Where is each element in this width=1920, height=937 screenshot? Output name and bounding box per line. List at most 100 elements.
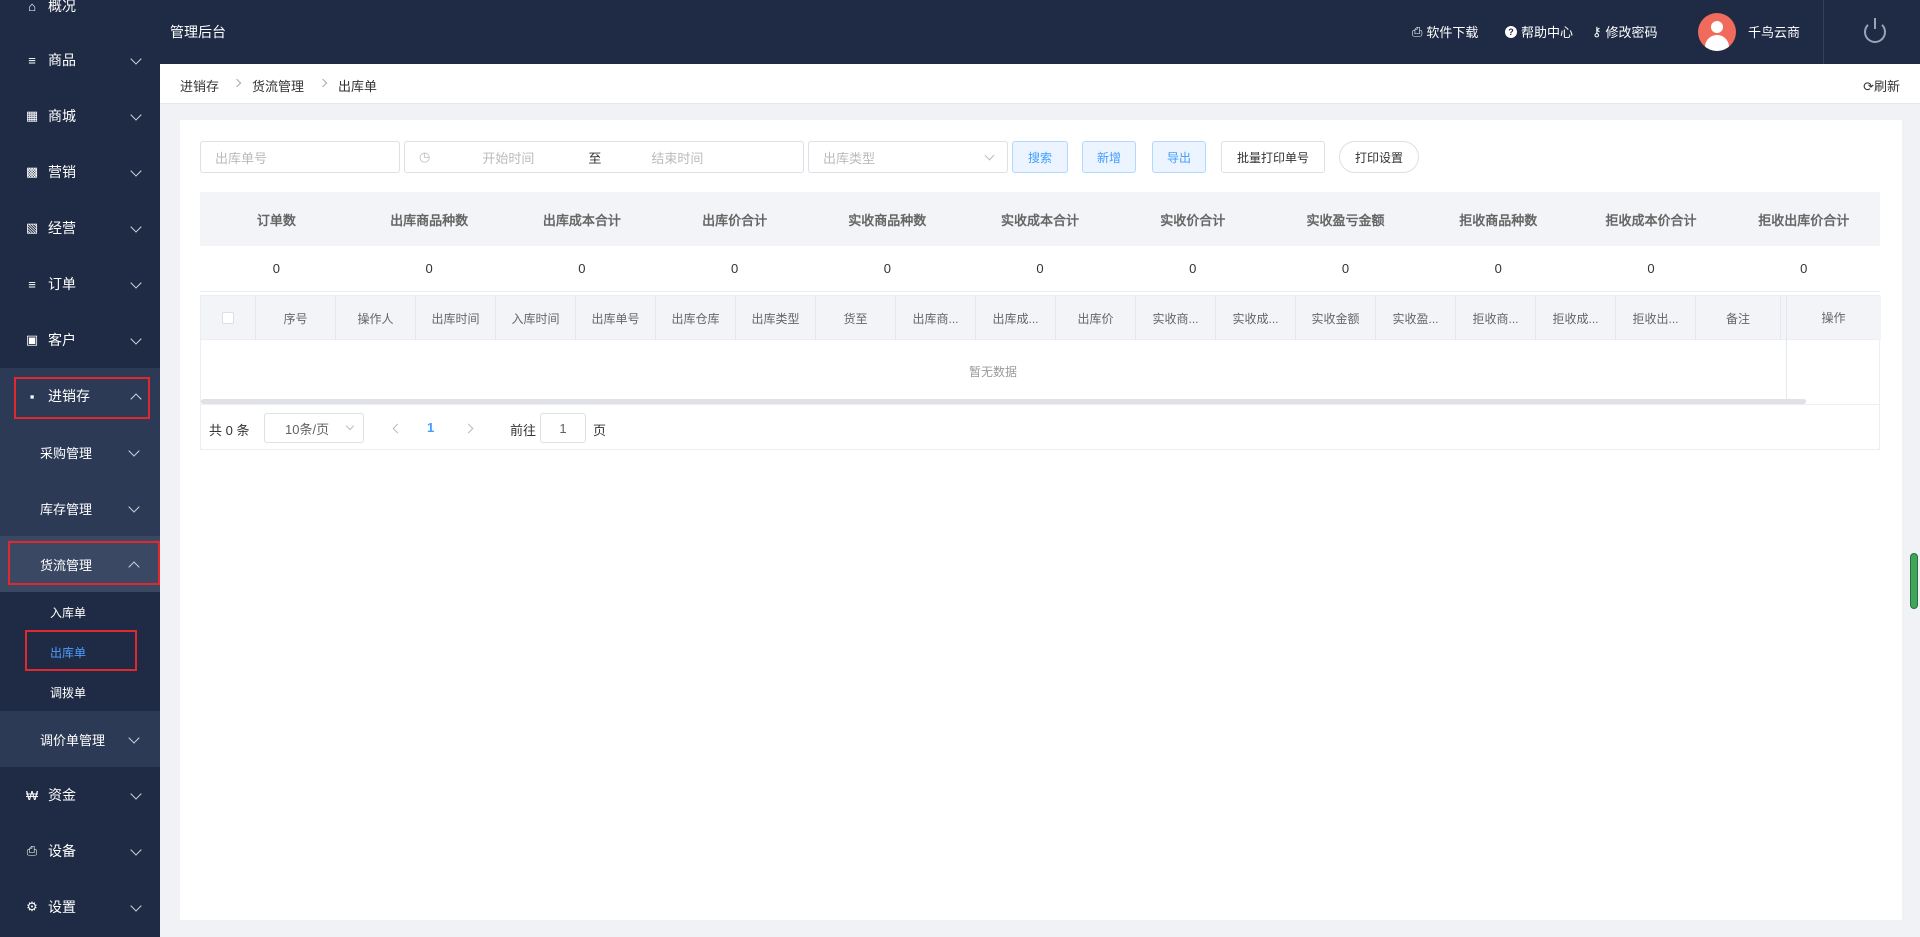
table-header-cell: 出库商... — [896, 296, 976, 340]
refresh-button[interactable]: ⟳刷新 — [1863, 76, 1900, 95]
pagination: 共 0 条 10条/页 1 前往 1 页 — [201, 404, 1879, 450]
empty-text: 暂无数据 — [968, 364, 1017, 379]
printer-icon: ⎙ — [26, 843, 38, 858]
export-button[interactable]: 导出 — [1152, 141, 1206, 173]
sidebar-item-devices[interactable]: ⎙ 设备 — [0, 823, 160, 879]
table-header-cell: 序号 — [256, 296, 336, 340]
sidebar-item-funds[interactable]: ₩ 资金 — [0, 767, 160, 823]
breadcrumb-item[interactable]: 货流管理 — [252, 76, 304, 95]
software-download-link[interactable]: ⎙ 软件下载 — [1412, 22, 1478, 41]
sidebar-item-business[interactable]: ▧ 经营 — [0, 200, 160, 256]
goto-page-input[interactable]: 1 — [540, 413, 586, 443]
print-settings-button[interactable]: 打印设置 — [1339, 141, 1419, 173]
summary-value-cell: 0 — [1341, 261, 1350, 276]
add-button[interactable]: 新增 — [1082, 141, 1136, 173]
sidebar-item-label: 资金 — [48, 787, 76, 803]
table-header-cell: 出库成... — [976, 296, 1056, 340]
page-size-value: 10条/页 — [285, 421, 330, 437]
sidebar-item-goods[interactable]: ≡ 商品 — [0, 32, 160, 88]
side-scroll-handle[interactable] — [1910, 553, 1918, 609]
start-time-placeholder[interactable]: 开始时间 — [482, 148, 534, 167]
sidebar-sub-purchase[interactable]: 采购管理 — [0, 424, 160, 480]
next-page-icon[interactable] — [463, 423, 474, 434]
sidebar-item-marketing[interactable]: ▩ 营销 — [0, 144, 160, 200]
sidebar-sub-price-adjust[interactable]: 调价单管理 — [0, 711, 160, 767]
table-header-cell: 实收成... — [1216, 296, 1296, 340]
sidebar-item-overview[interactable]: ⌂ 概况 — [0, 0, 160, 34]
chevron-down-icon — [130, 277, 142, 289]
chevron-down-icon — [130, 333, 142, 345]
order-no-input[interactable]: 出库单号 — [200, 141, 400, 173]
select-all-cell — [201, 296, 256, 340]
total-count: 共 0 条 — [209, 423, 250, 438]
prev-page-icon[interactable] — [392, 423, 403, 434]
table-header-cell: 出库仓库 — [656, 296, 736, 340]
chevron-down-icon — [130, 900, 142, 912]
sidebar-item-settings[interactable]: ⚙ 设置 — [0, 879, 160, 935]
top-header: 管理后台 ⎙ 软件下载 ? 帮助中心 ⚷ 修改密码 千鸟云商 — [160, 0, 1920, 64]
summary-header-cell: 订单数 — [256, 212, 296, 228]
order-list-icon: ≡ — [28, 276, 36, 292]
sidebar-item-mall[interactable]: ▦ 商城 — [0, 88, 160, 144]
bar-chart-icon: ▧ — [25, 220, 39, 235]
goto-page-value: 1 — [559, 420, 567, 436]
help-icon: ? — [1505, 25, 1517, 38]
table-header-cell: 入库时间 — [496, 296, 576, 340]
page-size-select[interactable]: 10条/页 — [264, 413, 364, 443]
help-center-link[interactable]: ? 帮助中心 — [1505, 22, 1573, 41]
chevron-right-icon — [232, 78, 242, 88]
summary-header-cell: 出库商品种数 — [390, 212, 469, 228]
summary-value-cell: 0 — [578, 261, 586, 276]
current-page[interactable]: 1 — [427, 420, 434, 435]
sidebar-sub-label: 采购管理 — [40, 445, 93, 461]
refresh-icon: ⟳ — [1863, 79, 1874, 94]
change-password-link[interactable]: ⚷ 修改密码 — [1592, 22, 1658, 41]
operation-column: 操作 — [1786, 296, 1880, 402]
table-header-cell: 操作人 — [336, 296, 416, 340]
chevron-down-icon — [128, 732, 140, 744]
end-time-placeholder[interactable]: 结束时间 — [651, 148, 703, 167]
outbound-type-select[interactable]: 出库类型 — [808, 141, 1008, 173]
sidebar-leaf-inbound[interactable]: 入库单 — [0, 592, 160, 632]
link-label: 软件下载 — [1426, 25, 1479, 40]
home-icon: ⌂ — [28, 0, 36, 14]
summary-header-cell: 实收价合计 — [1160, 212, 1226, 228]
range-separator: 至 — [588, 150, 602, 166]
summary-header-cell: 拒收成本价合计 — [1605, 212, 1697, 228]
power-icon[interactable] — [1864, 18, 1886, 43]
chevron-down-icon — [128, 501, 140, 513]
table-header-cell: 拒收成... — [1536, 296, 1616, 340]
sidebar-item-orders[interactable]: ≡ 订单 — [0, 256, 160, 312]
table-header-cell: 备注 — [1696, 296, 1781, 340]
sidebar-leaf-transfer[interactable]: 调拨单 — [0, 672, 160, 712]
breadcrumb-item[interactable]: 进销存 — [180, 76, 219, 95]
chevron-down-icon — [130, 788, 142, 800]
chevron-down-icon — [130, 844, 142, 856]
avatar[interactable] — [1698, 13, 1736, 51]
select-all-checkbox[interactable] — [222, 312, 234, 324]
header-divider — [1823, 0, 1824, 64]
summary-header: 订单数 出库商品种数 出库成本合计 出库价合计 实收商品种数 实收成本合计 实收价合计 实收盈… — [200, 192, 1880, 246]
link-label: 修改密码 — [1605, 25, 1658, 40]
highlight-box — [14, 377, 150, 419]
summary-header-cell: 拒收出库价合计 — [1758, 212, 1850, 228]
breadcrumb-item: 出库单 — [338, 79, 378, 94]
outbound-table: 序号 操作人 出库时间 入库时间 出库单号 出库仓库 出库类型 货至 出库商... 出库成... 出… — [200, 295, 1881, 450]
table-header-cell: 拒收商... — [1456, 296, 1536, 340]
sidebar-sub-stock[interactable]: 库存管理 — [0, 480, 160, 536]
clock-icon: ◷ — [419, 149, 431, 164]
sidebar-item-label: 营销 — [48, 164, 76, 180]
date-range-picker[interactable]: ◷ 开始时间 至 结束时间 — [404, 141, 804, 173]
summary-header-cell: 实收盈亏金额 — [1306, 212, 1385, 228]
search-button[interactable]: 搜索 — [1012, 141, 1068, 173]
sidebar-leaf-label: 调拨单 — [50, 685, 87, 700]
summary-header-cell: 出库成本合计 — [542, 212, 621, 228]
id-card-icon: ▣ — [25, 332, 39, 347]
sidebar-item-label: 设置 — [48, 899, 76, 915]
batch-print-button[interactable]: 批量打印单号 — [1221, 141, 1325, 173]
summary-value-cell: 0 — [272, 261, 280, 276]
sidebar-item-label: 概况 — [48, 0, 76, 14]
shop-bag-icon: ▦ — [25, 108, 39, 123]
summary-header-cell: 出库价合计 — [702, 212, 768, 228]
sidebar-item-customers[interactable]: ▣ 客户 — [0, 312, 160, 368]
